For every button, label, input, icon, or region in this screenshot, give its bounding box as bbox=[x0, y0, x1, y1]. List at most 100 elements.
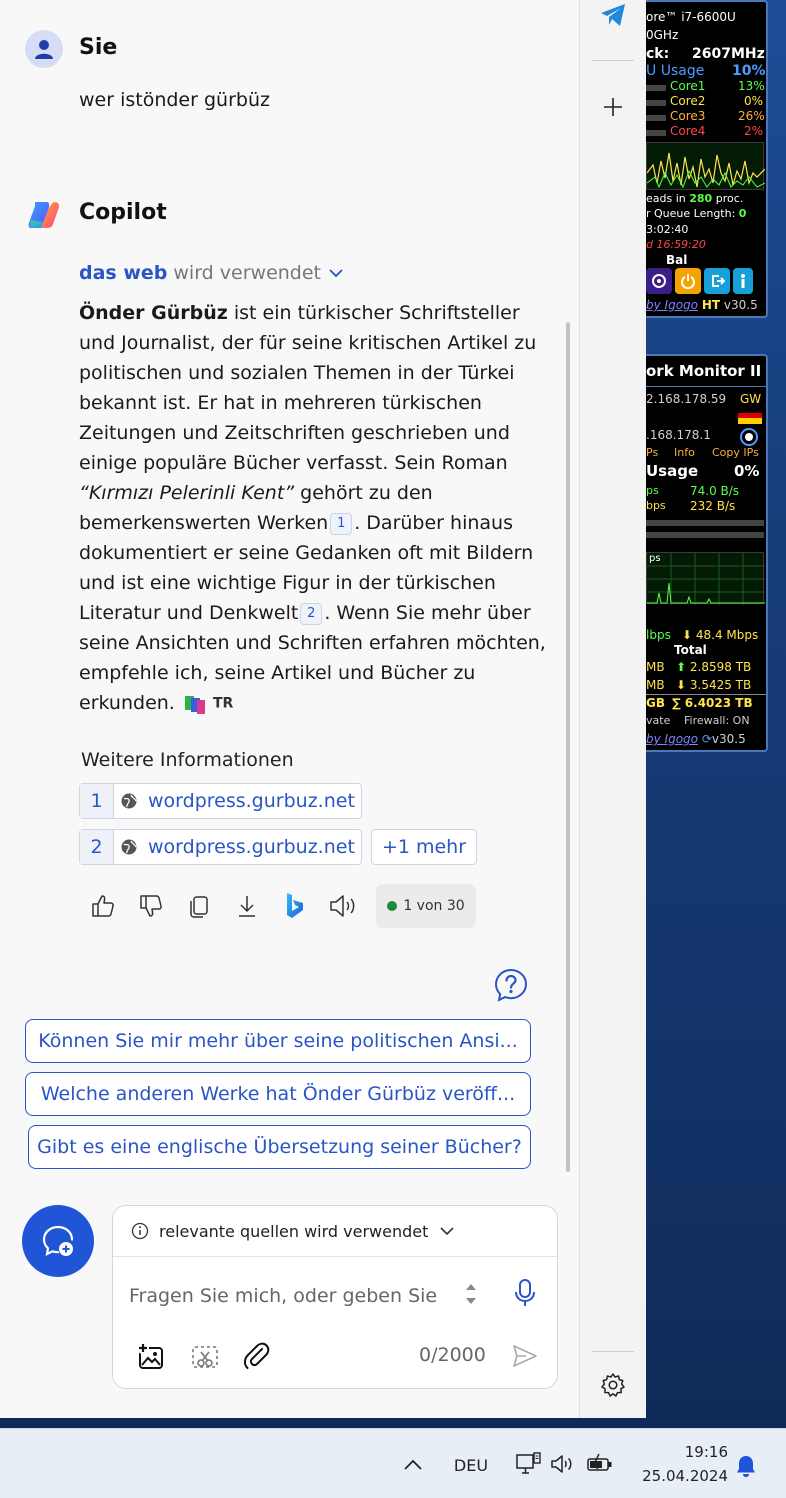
web-source-toggle[interactable]: das web wird verwendet bbox=[79, 262, 345, 284]
send-icon[interactable] bbox=[507, 1338, 543, 1374]
thumbs-up-icon[interactable] bbox=[86, 888, 120, 924]
battery-icon[interactable] bbox=[584, 1449, 616, 1479]
input-language[interactable]: DEU bbox=[448, 1451, 494, 1479]
response-counter: 1 von 30 bbox=[376, 884, 476, 928]
network-down-label: ps bbox=[646, 484, 659, 497]
total-divider bbox=[644, 694, 766, 695]
citation-2[interactable]: 2 bbox=[300, 602, 323, 625]
core4-bar bbox=[646, 130, 666, 136]
clock-date[interactable]: 25.04.2024 bbox=[628, 1465, 728, 1487]
core3-bar bbox=[646, 115, 666, 121]
balance-label: Bal bbox=[666, 253, 688, 267]
queue-info: r Queue Length: 0 bbox=[646, 207, 747, 220]
power-plan-icon[interactable] bbox=[646, 268, 672, 294]
clock-label: ck: bbox=[646, 46, 670, 62]
network-icon[interactable] bbox=[514, 1449, 544, 1479]
expand-stepper-icon[interactable] bbox=[459, 1278, 483, 1310]
source-label: wordpress.gurbuz.net bbox=[148, 790, 355, 812]
globe-icon bbox=[114, 792, 144, 810]
core3-value: 26% bbox=[738, 109, 765, 123]
source-mode-label: relevante quellen wird verwendet bbox=[159, 1221, 429, 1241]
power-icon[interactable] bbox=[675, 268, 701, 294]
core2-label: Core2 bbox=[670, 94, 706, 108]
thumbs-down-icon[interactable] bbox=[134, 888, 168, 924]
total-up: ⬆ 2.8598 TB bbox=[676, 660, 752, 674]
language-flag-icon bbox=[184, 695, 207, 714]
core1-value: 13% bbox=[738, 79, 765, 93]
status-dot-icon bbox=[387, 901, 398, 911]
volume-icon[interactable] bbox=[548, 1449, 578, 1479]
settings-gear-icon[interactable] bbox=[590, 1362, 636, 1408]
speed-right: ⬇ 48.4 Mbps bbox=[682, 628, 759, 642]
info-icon bbox=[131, 1222, 149, 1240]
copy-icon[interactable] bbox=[182, 888, 216, 924]
new-chat-icon bbox=[42, 1225, 74, 1256]
microphone-icon[interactable] bbox=[507, 1274, 543, 1312]
suggestion-2[interactable]: Welche anderen Werke hat Önder Gürbüz ve… bbox=[25, 1072, 531, 1116]
copilot-window: Sie wer istönder gürbüz Copilot das web … bbox=[0, 0, 646, 1418]
chat-input[interactable] bbox=[129, 1276, 449, 1316]
total-label: Total bbox=[674, 643, 707, 657]
screenshot-icon[interactable] bbox=[187, 1340, 223, 1376]
suggestion-1[interactable]: Können Sie mir mehr über seine politisch… bbox=[25, 1019, 531, 1063]
network-ip-local: .168.178.1 bbox=[646, 428, 711, 442]
network-up-value: 232 B/s bbox=[690, 499, 736, 513]
source-number: 1 bbox=[80, 784, 114, 818]
speed-left: lbps bbox=[646, 628, 671, 642]
answer-book-title: “Kırmızı Pelerinli Kent” bbox=[79, 482, 295, 504]
network-graph: ps bbox=[646, 552, 765, 605]
total-down: ⬇ 3.5425 TB bbox=[676, 678, 752, 692]
user-name: Sie bbox=[79, 35, 118, 60]
add-icon[interactable] bbox=[590, 84, 636, 130]
rail-divider bbox=[592, 1351, 634, 1352]
download-icon[interactable] bbox=[230, 888, 264, 924]
more-sources-button[interactable]: +1 mehr bbox=[371, 829, 477, 865]
network-link-ips[interactable]: Ps bbox=[646, 446, 658, 459]
total-down-left: MB bbox=[646, 678, 665, 692]
chat-input-box: relevante quellen wird verwendet 0/2000 bbox=[112, 1205, 558, 1389]
attachment-icon[interactable] bbox=[239, 1338, 275, 1374]
clock-time[interactable]: 19:16 bbox=[628, 1441, 728, 1463]
cpu-usage-label: U Usage bbox=[646, 63, 705, 79]
network-link-info[interactable]: Info bbox=[674, 446, 695, 459]
source-link-1[interactable]: 1 wordpress.gurbuz.net bbox=[79, 783, 362, 819]
network-down-value: 74.0 B/s bbox=[690, 484, 740, 498]
globe-icon bbox=[114, 838, 144, 856]
network-link-copy-ips[interactable]: Copy IPs bbox=[712, 446, 759, 459]
info-icon[interactable] bbox=[733, 268, 753, 294]
threads-info: eads in 280 proc. bbox=[646, 192, 744, 205]
core2-value: 0% bbox=[744, 94, 764, 108]
core4-value: 2% bbox=[744, 124, 764, 138]
speaker-icon[interactable] bbox=[326, 888, 360, 924]
source-mode-toggle[interactable]: relevante quellen wird verwendet bbox=[113, 1206, 557, 1257]
core4-label: Core4 bbox=[670, 124, 706, 138]
core1-label: Core1 bbox=[670, 79, 706, 93]
network-usage-label: Usage bbox=[646, 462, 699, 480]
side-rail bbox=[580, 0, 646, 1418]
network-up-label: bps bbox=[646, 499, 666, 512]
network-graph-lines bbox=[647, 553, 765, 605]
character-counter: 0/2000 bbox=[419, 1344, 486, 1366]
chevron-up-icon[interactable] bbox=[398, 1451, 428, 1479]
network-graph-label: ps bbox=[649, 553, 661, 564]
chat-scrollbar[interactable] bbox=[566, 322, 570, 1172]
network-ip-external: 2.168.178.59 bbox=[646, 392, 727, 406]
germany-flag-icon bbox=[738, 408, 762, 424]
cpu-graph bbox=[646, 142, 766, 190]
notification-bell-icon[interactable] bbox=[730, 1451, 762, 1481]
answer-part-1: ist ein türkischer Schriftsteller und Jo… bbox=[79, 302, 537, 474]
new-chat-button[interactable] bbox=[22, 1205, 94, 1277]
add-image-icon[interactable] bbox=[133, 1338, 169, 1374]
help-icon[interactable] bbox=[494, 968, 528, 1002]
rail-divider bbox=[592, 60, 634, 61]
private-label: vate bbox=[646, 714, 671, 727]
source-link-2[interactable]: 2 wordpress.gurbuz.net bbox=[79, 829, 362, 865]
bing-icon[interactable] bbox=[278, 888, 312, 924]
suggestion-3[interactable]: Gibt es eine englische Übersetzung seine… bbox=[28, 1125, 531, 1169]
logoff-icon[interactable] bbox=[704, 268, 730, 294]
citation-1[interactable]: 1 bbox=[330, 512, 353, 535]
network-up-bar bbox=[646, 532, 764, 538]
chevron-down-icon bbox=[440, 1227, 454, 1236]
web-source-label: das web bbox=[79, 262, 168, 284]
telegram-icon[interactable] bbox=[590, 0, 636, 38]
